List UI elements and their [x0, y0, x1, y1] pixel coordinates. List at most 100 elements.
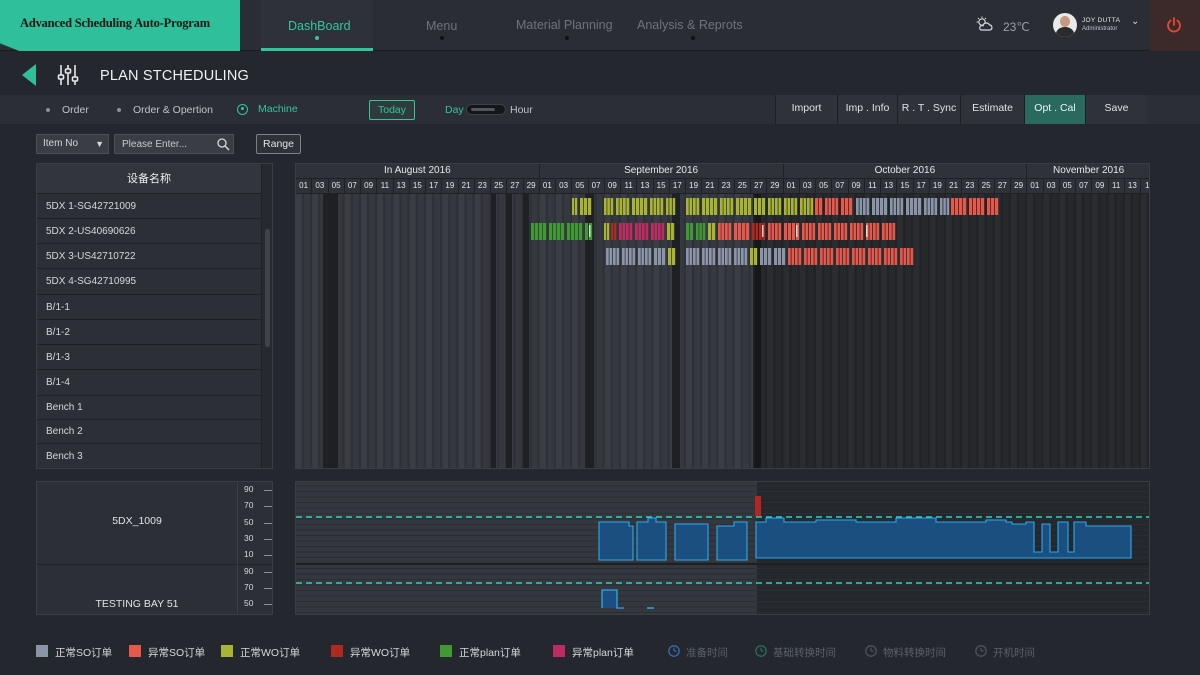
- gantt-task[interactable]: [606, 248, 609, 265]
- power-button[interactable]: [1150, 0, 1200, 51]
- gantt-task[interactable]: [650, 198, 653, 215]
- gantt-task[interactable]: [712, 223, 716, 240]
- machine-row[interactable]: Bench 1: [37, 396, 261, 420]
- gantt-task[interactable]: [667, 223, 671, 240]
- gantt-task[interactable]: [891, 248, 894, 265]
- gantt-task[interactable]: [572, 198, 575, 215]
- gantt-task[interactable]: [800, 198, 803, 215]
- gantt-task[interactable]: [645, 248, 648, 265]
- gantt-task[interactable]: [561, 223, 565, 240]
- gantt-task[interactable]: [658, 223, 661, 240]
- gantt-task[interactable]: [910, 198, 914, 215]
- gantt-task[interactable]: [931, 198, 934, 215]
- gantt-task[interactable]: [696, 223, 699, 240]
- gantt-task[interactable]: [841, 223, 844, 240]
- gantt-task[interactable]: [792, 223, 796, 240]
- gantt-task[interactable]: [787, 198, 791, 215]
- gantt-task[interactable]: [894, 248, 898, 265]
- gantt-task[interactable]: [632, 198, 636, 215]
- gantt-task[interactable]: [825, 223, 828, 240]
- import-button[interactable]: Import: [775, 95, 837, 124]
- machine-row[interactable]: Bench 3: [37, 444, 261, 468]
- gantt-task[interactable]: [760, 248, 764, 265]
- gantt-task[interactable]: [744, 198, 748, 215]
- gantt-task[interactable]: [830, 248, 834, 265]
- gantt-task[interactable]: [885, 223, 889, 240]
- gantt-task[interactable]: [588, 198, 592, 215]
- gantt-task[interactable]: [654, 223, 658, 240]
- gantt-task[interactable]: [702, 248, 705, 265]
- gantt-task[interactable]: [744, 248, 748, 265]
- gantt-task[interactable]: [662, 248, 666, 265]
- gantt-task[interactable]: [828, 223, 832, 240]
- gantt-task[interactable]: [807, 198, 810, 215]
- gantt-task[interactable]: [778, 223, 782, 240]
- gantt-task[interactable]: [632, 248, 636, 265]
- gantt-task[interactable]: [714, 198, 718, 215]
- gantt-task[interactable]: [668, 248, 672, 265]
- machine-list-scrollbar[interactable]: [261, 164, 272, 468]
- machine-row[interactable]: B/1-2: [37, 320, 261, 345]
- gantt-task[interactable]: [866, 198, 870, 215]
- gantt-task[interactable]: [672, 248, 676, 265]
- gantt-task[interactable]: [788, 223, 792, 240]
- gantt-task[interactable]: [814, 248, 818, 265]
- gantt-task[interactable]: [616, 198, 619, 215]
- gantt-task[interactable]: [614, 223, 617, 240]
- gantt-task[interactable]: [910, 248, 914, 265]
- machine-row[interactable]: Bench 2: [37, 420, 261, 444]
- gantt-task[interactable]: [721, 223, 725, 240]
- gantt-task[interactable]: [843, 248, 846, 265]
- radio-order-operation[interactable]: Order & Opertion: [117, 104, 213, 116]
- gantt-task[interactable]: [661, 223, 665, 240]
- gantt-task[interactable]: [734, 248, 737, 265]
- gantt-task[interactable]: [693, 198, 696, 215]
- gantt-task[interactable]: [686, 223, 690, 240]
- gantt-task[interactable]: [940, 198, 943, 215]
- gantt-task[interactable]: [531, 223, 535, 240]
- gantt-task[interactable]: [807, 248, 811, 265]
- machine-row[interactable]: 5DX 1-SG42721009: [37, 194, 261, 219]
- gantt-task[interactable]: [836, 248, 839, 265]
- gantt-task[interactable]: [827, 248, 830, 265]
- gantt-task[interactable]: [995, 198, 999, 215]
- gantt-task[interactable]: [718, 248, 721, 265]
- gantt-task[interactable]: [959, 198, 963, 215]
- gantt-task[interactable]: [709, 248, 712, 265]
- gantt-task[interactable]: [730, 198, 734, 215]
- gantt-task[interactable]: [728, 248, 732, 265]
- gantt-task[interactable]: [903, 248, 907, 265]
- gantt-task[interactable]: [539, 223, 543, 240]
- gantt-task[interactable]: [834, 223, 837, 240]
- save-button[interactable]: Save: [1085, 95, 1147, 124]
- gantt-task[interactable]: [622, 248, 625, 265]
- gantt-task[interactable]: [689, 248, 693, 265]
- gantt-task[interactable]: [642, 223, 645, 240]
- gantt-task[interactable]: [613, 248, 616, 265]
- gantt-task[interactable]: [740, 198, 744, 215]
- gantt-task[interactable]: [798, 248, 802, 265]
- gantt-task[interactable]: [809, 223, 812, 240]
- gantt-task[interactable]: [987, 198, 991, 215]
- gantt-task[interactable]: [963, 198, 967, 215]
- gantt-task[interactable]: [686, 198, 689, 215]
- gantt-task[interactable]: [755, 223, 759, 240]
- gantt-task[interactable]: [669, 198, 672, 215]
- gantt-task[interactable]: [991, 198, 995, 215]
- gantt-task[interactable]: [832, 198, 835, 215]
- gantt-task[interactable]: [873, 223, 876, 240]
- gantt-task[interactable]: [791, 198, 794, 215]
- gantt-task[interactable]: [737, 248, 741, 265]
- gantt-task[interactable]: [666, 198, 669, 215]
- gantt-task[interactable]: [818, 223, 821, 240]
- machine-row[interactable]: 5DX 3-US42710722: [37, 244, 261, 269]
- gantt-task[interactable]: [875, 248, 878, 265]
- range-button[interactable]: Range: [256, 134, 301, 154]
- gantt-task[interactable]: [828, 198, 832, 215]
- gantt-task[interactable]: [844, 223, 848, 240]
- gantt-task[interactable]: [918, 198, 922, 215]
- gantt-task[interactable]: [821, 223, 825, 240]
- gantt-task[interactable]: [914, 198, 918, 215]
- gantt-task[interactable]: [825, 198, 828, 215]
- gantt-task[interactable]: [712, 248, 716, 265]
